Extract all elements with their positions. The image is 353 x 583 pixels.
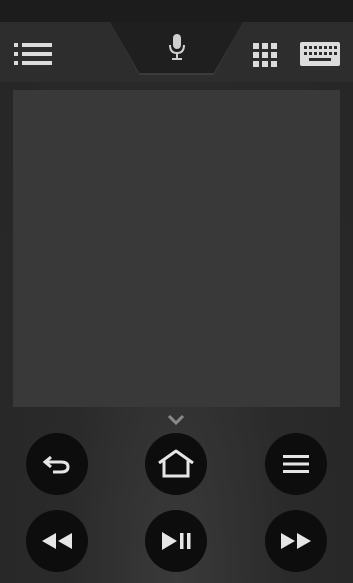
play-pause-icon [162, 532, 191, 550]
fast-forward-icon [281, 533, 311, 549]
keyboard-icon [300, 42, 340, 66]
keyboard-button[interactable] [297, 38, 343, 70]
play-pause-button[interactable] [145, 510, 207, 572]
rewind-icon [42, 533, 72, 549]
menu-button[interactable] [265, 433, 327, 495]
home-icon [158, 449, 194, 478]
apps-button[interactable] [250, 40, 280, 70]
list-icon [14, 43, 52, 65]
back-icon [42, 455, 70, 474]
status-bar [0, 0, 353, 22]
back-button[interactable] [26, 433, 88, 495]
menu-icon [283, 455, 309, 473]
channel-list-button[interactable] [10, 38, 56, 70]
home-button[interactable] [145, 433, 207, 495]
voice-search-button[interactable] [160, 30, 194, 64]
collapse-button[interactable] [166, 412, 186, 426]
grid-icon [253, 43, 277, 67]
touchpad[interactable] [13, 90, 340, 407]
chevron-down-icon [167, 414, 185, 426]
microphone-icon [169, 34, 185, 60]
remote-screen [0, 0, 353, 583]
rewind-button[interactable] [26, 510, 88, 572]
fast-forward-button[interactable] [265, 510, 327, 572]
